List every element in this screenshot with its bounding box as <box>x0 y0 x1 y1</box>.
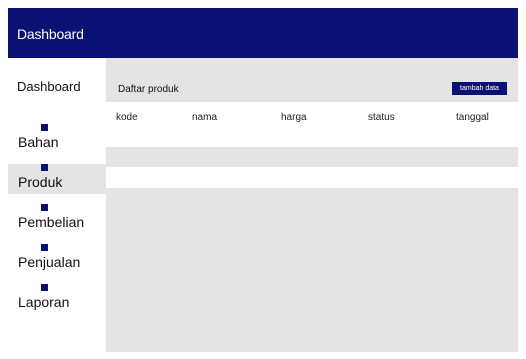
page-title: Daftar produk <box>118 84 179 95</box>
sidebar-item-bahan[interactable]: Bahan <box>8 124 106 154</box>
square-icon <box>41 164 48 171</box>
sidebar-item-label: Pembelian <box>18 214 85 230</box>
column-header-tanggal: tanggal <box>456 112 489 123</box>
column-header-status: status <box>368 112 395 123</box>
app-window: Dashboard Dashboard Bahan Produk Pembeli… <box>8 8 518 352</box>
add-data-button[interactable]: tambah data <box>452 82 507 95</box>
square-icon <box>41 124 48 131</box>
square-icon <box>41 284 48 291</box>
top-header: Dashboard <box>8 8 518 58</box>
sidebar-item-label: Bahan <box>18 134 59 150</box>
square-icon <box>41 204 48 211</box>
column-header-nama: nama <box>192 112 218 123</box>
sidebar: Dashboard Bahan Produk Pembelian Penjual… <box>8 58 106 352</box>
sidebar-item-label: Penjualan <box>18 254 81 270</box>
app-title: Dashboard <box>17 26 84 42</box>
sidebar-item-laporan[interactable]: Laporan <box>8 284 106 314</box>
sidebar-item-label: Laporan <box>18 294 70 310</box>
column-header-harga: harga <box>281 112 307 123</box>
column-header-kode: kode <box>116 112 138 123</box>
square-icon <box>41 244 48 251</box>
table-row[interactable] <box>106 167 518 188</box>
sidebar-item-penjualan[interactable]: Penjualan <box>8 244 106 274</box>
sidebar-item-pembelian[interactable]: Pembelian <box>8 204 106 234</box>
sidebar-item-produk[interactable]: Produk <box>8 164 106 194</box>
sidebar-heading[interactable]: Dashboard <box>17 79 81 94</box>
sidebar-item-label: Produk <box>18 174 63 190</box>
product-table-header: kode nama harga status tanggal <box>106 102 518 147</box>
